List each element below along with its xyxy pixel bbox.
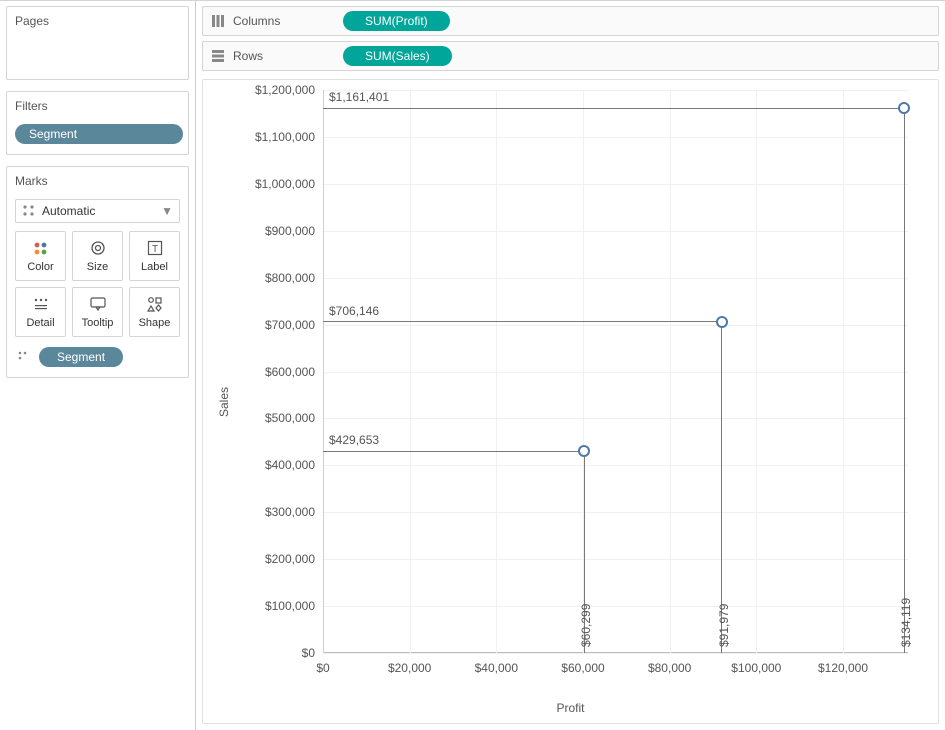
- x-tick: $100,000: [731, 661, 781, 675]
- svg-text:T: T: [151, 244, 157, 255]
- x-tick: $120,000: [818, 661, 868, 675]
- dropline-horizontal: [323, 108, 904, 109]
- pages-title: Pages: [7, 7, 188, 35]
- profit-label: $134,119: [899, 598, 913, 647]
- marks-title: Marks: [7, 167, 188, 195]
- y-axis-label: Sales: [217, 386, 231, 416]
- y-tick: $600,000: [265, 365, 315, 379]
- size-button[interactable]: Size: [72, 231, 123, 281]
- right-area: Columns SUM(Profit) Rows SUM(Sales) Sale…: [196, 1, 945, 730]
- chevron-down-icon: ▼: [161, 204, 173, 218]
- tooltip-icon: [89, 295, 107, 313]
- size-icon: [89, 239, 107, 257]
- label-icon: T: [146, 239, 164, 257]
- rows-icon: [211, 49, 225, 63]
- filters-shelf[interactable]: Segment: [7, 120, 188, 154]
- color-icon: [32, 239, 50, 257]
- detail-button[interactable]: Detail: [15, 287, 66, 337]
- filter-pill-segment[interactable]: Segment: [15, 124, 183, 144]
- marks-detail-row: Segment: [15, 347, 180, 367]
- columns-shelf-label-area: Columns: [203, 14, 341, 28]
- data-mark[interactable]: [716, 316, 728, 328]
- y-tick: $900,000: [265, 224, 315, 238]
- app-root: Pages Filters Segment Marks Automatic: [0, 0, 945, 730]
- rows-shelf[interactable]: Rows SUM(Sales): [202, 41, 939, 71]
- tooltip-button-label: Tooltip: [82, 317, 114, 329]
- y-tick: $1,000,000: [255, 177, 315, 191]
- y-tick: $500,000: [265, 411, 315, 425]
- columns-pill[interactable]: SUM(Profit): [343, 11, 450, 31]
- detail-button-label: Detail: [26, 317, 54, 329]
- shape-icon: [146, 295, 164, 313]
- data-mark[interactable]: [898, 102, 910, 114]
- profit-label: $91,979: [717, 604, 731, 647]
- detail-pill-segment[interactable]: Segment: [39, 347, 123, 367]
- sales-label: $1,161,401: [329, 90, 389, 104]
- data-mark[interactable]: [578, 445, 590, 457]
- marks-card: Marks Automatic ▼ Color: [6, 166, 189, 378]
- filters-title: Filters: [7, 92, 188, 120]
- shape-button[interactable]: Shape: [129, 287, 180, 337]
- x-tick: $40,000: [475, 661, 518, 675]
- pages-card: Pages: [6, 6, 189, 80]
- sales-label: $429,653: [329, 433, 379, 447]
- sales-label: $706,146: [329, 304, 379, 318]
- marks-buttons-grid: Color Size T Label Detail: [15, 231, 180, 337]
- rows-shelf-label-area: Rows: [203, 49, 341, 63]
- columns-icon: [211, 14, 225, 28]
- rows-pill[interactable]: SUM(Sales): [343, 46, 452, 66]
- marks-body: Automatic ▼ Color Size T Label: [7, 199, 188, 377]
- y-tick: $300,000: [265, 505, 315, 519]
- x-tick: $20,000: [388, 661, 431, 675]
- dropline-vertical: [904, 108, 905, 653]
- detail-icon: [32, 295, 50, 313]
- y-tick: $1,200,000: [255, 83, 315, 97]
- y-tick: $700,000: [265, 318, 315, 332]
- color-button-label: Color: [27, 261, 53, 273]
- rows-label: Rows: [233, 49, 263, 63]
- y-tick: $800,000: [265, 271, 315, 285]
- dropline-horizontal: [323, 321, 722, 322]
- mark-type-label: Automatic: [42, 204, 95, 218]
- y-tick: $100,000: [265, 599, 315, 613]
- y-tick: $0: [302, 646, 315, 660]
- shape-button-label: Shape: [139, 317, 171, 329]
- pages-shelf[interactable]: [7, 35, 188, 79]
- color-button[interactable]: Color: [15, 231, 66, 281]
- label-button[interactable]: T Label: [129, 231, 180, 281]
- columns-label: Columns: [233, 14, 280, 28]
- plot-area: $0$100,000$200,000$300,000$400,000$500,0…: [323, 90, 908, 653]
- tooltip-button[interactable]: Tooltip: [72, 287, 123, 337]
- automatic-icon: [22, 204, 36, 218]
- label-button-label: Label: [141, 261, 168, 273]
- columns-shelf[interactable]: Columns SUM(Profit): [202, 6, 939, 36]
- profit-label: $60,299: [579, 604, 593, 647]
- dropline-horizontal: [323, 451, 584, 452]
- y-tick: $400,000: [265, 458, 315, 472]
- size-button-label: Size: [87, 261, 108, 273]
- x-axis-label: Profit: [203, 701, 938, 715]
- detail-mini-icon: [15, 350, 33, 364]
- left-sidebar: Pages Filters Segment Marks Automatic: [0, 1, 196, 730]
- mark-type-dropdown[interactable]: Automatic ▼: [15, 199, 180, 223]
- y-tick: $200,000: [265, 552, 315, 566]
- viz-canvas[interactable]: Sales Profit $0$100,000$200,000$300,000$…: [202, 79, 939, 724]
- x-tick: $60,000: [561, 661, 604, 675]
- filters-card: Filters Segment: [6, 91, 189, 155]
- x-tick: $80,000: [648, 661, 691, 675]
- y-tick: $1,100,000: [255, 130, 315, 144]
- x-tick: $0: [316, 661, 329, 675]
